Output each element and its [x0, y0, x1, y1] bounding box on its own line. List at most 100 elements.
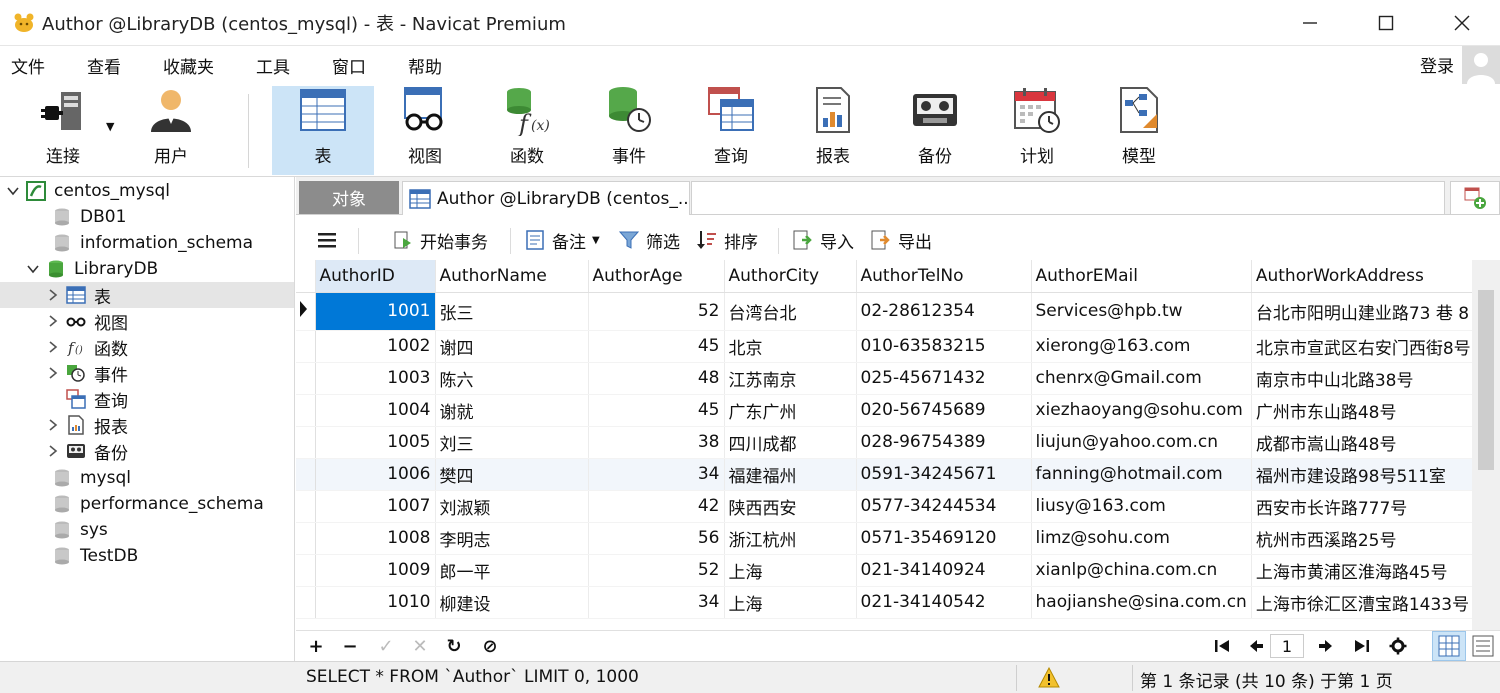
table-cell[interactable]: 柳建设	[435, 586, 589, 619]
grid-menu-button[interactable]	[316, 226, 338, 254]
tree-db-sys[interactable]: sys	[0, 517, 294, 543]
form-view-button[interactable]	[1466, 631, 1500, 661]
chevron-right-icon[interactable]	[46, 288, 60, 302]
table-cell[interactable]: 上海	[724, 554, 857, 587]
prev-page-button[interactable]	[1244, 634, 1268, 658]
table-row[interactable]: 1010 柳建设 34 上海 021-34140542 haojianshe@s…	[296, 586, 1476, 619]
table-row[interactable]: 1004 谢就 45 广东广州 020-56745689 xiezhaoyang…	[296, 394, 1476, 427]
table-cell[interactable]: 浙江杭州	[724, 522, 857, 555]
import-button[interactable]: 导入	[792, 226, 854, 254]
chevron-right-icon[interactable]	[46, 366, 60, 380]
table-cell[interactable]: 1006	[315, 458, 436, 491]
last-page-button[interactable]	[1350, 634, 1374, 658]
model-button[interactable]: 模型	[1088, 86, 1190, 175]
close-button[interactable]	[1424, 0, 1500, 46]
table-cell[interactable]: 1007	[315, 490, 436, 523]
table-row[interactable]: 1007 刘淑颖 42 陕西西安 0577-34244534 liusy@163…	[296, 490, 1476, 523]
backup-button[interactable]: 备份	[884, 86, 986, 175]
table-cell[interactable]: 李明志	[435, 522, 589, 555]
tree-backups[interactable]: 备份	[0, 438, 294, 464]
table-cell[interactable]: 34	[588, 458, 725, 491]
table-cell[interactable]: 0591-34245671	[856, 458, 1032, 491]
table-cell[interactable]: 谢四	[435, 330, 589, 363]
report-button[interactable]: 报表	[782, 86, 884, 175]
table-cell[interactable]: 台湾台北	[724, 292, 857, 331]
tree-db-mysql[interactable]: mysql	[0, 465, 294, 491]
apply-changes-button[interactable]: ✓	[374, 634, 398, 658]
menu-favorites[interactable]: 收藏夹	[153, 53, 232, 78]
table-row[interactable]: 1006 樊四 34 福建福州 0591-34245671 fanning@ho…	[296, 458, 1476, 491]
table-cell[interactable]: 樊四	[435, 458, 589, 491]
column-header[interactable]: AuthorWorkAddress	[1251, 260, 1476, 293]
tree-db-information-schema[interactable]: information_schema	[0, 230, 294, 256]
menu-file[interactable]: 文件	[0, 53, 63, 78]
tree-connection[interactable]: centos_mysql	[0, 178, 294, 204]
chevron-right-icon[interactable]	[46, 444, 60, 458]
sort-button[interactable]: 排序	[696, 226, 758, 254]
page-settings-button[interactable]	[1386, 634, 1410, 658]
table-cell[interactable]: xierong@163.com	[1031, 330, 1252, 363]
chevron-down-icon[interactable]	[6, 184, 20, 198]
table-cell[interactable]: 广东广州	[724, 394, 857, 427]
table-cell[interactable]: 陈六	[435, 362, 589, 395]
table-cell[interactable]: 028-96754389	[856, 426, 1032, 459]
tree-views[interactable]: 视图	[0, 308, 294, 334]
table-cell[interactable]: 北京市宣武区右安门西街8号	[1251, 330, 1476, 363]
first-page-button[interactable]	[1210, 634, 1234, 658]
menu-window[interactable]: 窗口	[322, 53, 384, 78]
warning-icon[interactable]	[1038, 667, 1060, 689]
column-header[interactable]: AuthorEMail	[1031, 260, 1252, 293]
table-cell[interactable]: 福建福州	[724, 458, 857, 491]
table-row[interactable]: 1008 李明志 56 浙江杭州 0571-35469120 limz@sohu…	[296, 522, 1476, 555]
export-button[interactable]: 导出	[870, 226, 932, 254]
table-row[interactable]: 1002 谢四 45 北京 010-63583215 xierong@163.c…	[296, 330, 1476, 363]
table-cell[interactable]: liusy@163.com	[1031, 490, 1252, 523]
menu-help[interactable]: 帮助	[398, 53, 460, 78]
table-cell[interactable]: 0577-34244534	[856, 490, 1032, 523]
column-header[interactable]: AuthorName	[435, 260, 589, 293]
add-record-button[interactable]: +	[304, 634, 328, 658]
table-cell[interactable]: xianlp@china.com.cn	[1031, 554, 1252, 587]
table-cell[interactable]: 021-34140924	[856, 554, 1032, 587]
table-cell[interactable]: 郎一平	[435, 554, 589, 587]
discard-changes-button[interactable]: ✕	[408, 634, 432, 658]
tree-db-performance-schema[interactable]: performance_schema	[0, 491, 294, 517]
chevron-down-icon[interactable]	[26, 262, 40, 276]
page-number-input[interactable]: 1	[1270, 634, 1304, 658]
table-cell[interactable]: 1005	[315, 426, 436, 459]
menu-tools[interactable]: 工具	[246, 53, 308, 78]
query-button[interactable]: 查询	[680, 86, 782, 175]
table-cell[interactable]: 杭州市西溪路25号	[1251, 522, 1476, 555]
tree-db-testdb[interactable]: TestDB	[0, 543, 294, 569]
view-button[interactable]: 视图	[374, 86, 476, 175]
table-row[interactable]: 1005 刘三 38 四川成都 028-96754389 liujun@yaho…	[296, 426, 1476, 459]
login-link[interactable]: 登录	[1420, 52, 1454, 77]
table-cell[interactable]: Services@hpb.tw	[1031, 292, 1252, 331]
table-cell[interactable]: 广州市东山路48号	[1251, 394, 1476, 427]
table-cell[interactable]: 南京市中山北路38号	[1251, 362, 1476, 395]
tree-events[interactable]: 事件	[0, 360, 294, 386]
refresh-button[interactable]: ↻	[442, 634, 466, 658]
stop-button[interactable]: ⊘	[478, 634, 502, 658]
table-cell[interactable]: 四川成都	[724, 426, 857, 459]
table-cell[interactable]: 1003	[315, 362, 436, 395]
table-cell[interactable]: 34	[588, 586, 725, 619]
memo-button[interactable]: 备注 ▼	[524, 226, 600, 254]
table-row[interactable]: 1009 郎一平 52 上海 021-34140924 xianlp@china…	[296, 554, 1476, 587]
table-cell[interactable]: 021-34140542	[856, 586, 1032, 619]
table-cell[interactable]: 台北市阳明山建业路73 巷 8	[1251, 292, 1476, 331]
table-cell[interactable]: 西安市长许路777号	[1251, 490, 1476, 523]
table-cell[interactable]: 52	[588, 292, 725, 331]
filter-button[interactable]: 筛选	[618, 226, 680, 254]
tree-db-librarydb[interactable]: LibraryDB	[0, 256, 294, 282]
table-cell[interactable]: 上海市黄浦区淮海路45号	[1251, 554, 1476, 587]
table-cell[interactable]: 45	[588, 330, 725, 363]
new-tab-button[interactable]	[1450, 181, 1500, 215]
table-cell[interactable]: 上海	[724, 586, 857, 619]
table-cell[interactable]: 1008	[315, 522, 436, 555]
table-cell[interactable]: 42	[588, 490, 725, 523]
chevron-right-icon[interactable]	[46, 314, 60, 328]
table-cell[interactable]: 1010	[315, 586, 436, 619]
chevron-right-icon[interactable]	[46, 418, 60, 432]
table-cell[interactable]: 上海市徐汇区漕宝路1433号	[1251, 586, 1476, 619]
